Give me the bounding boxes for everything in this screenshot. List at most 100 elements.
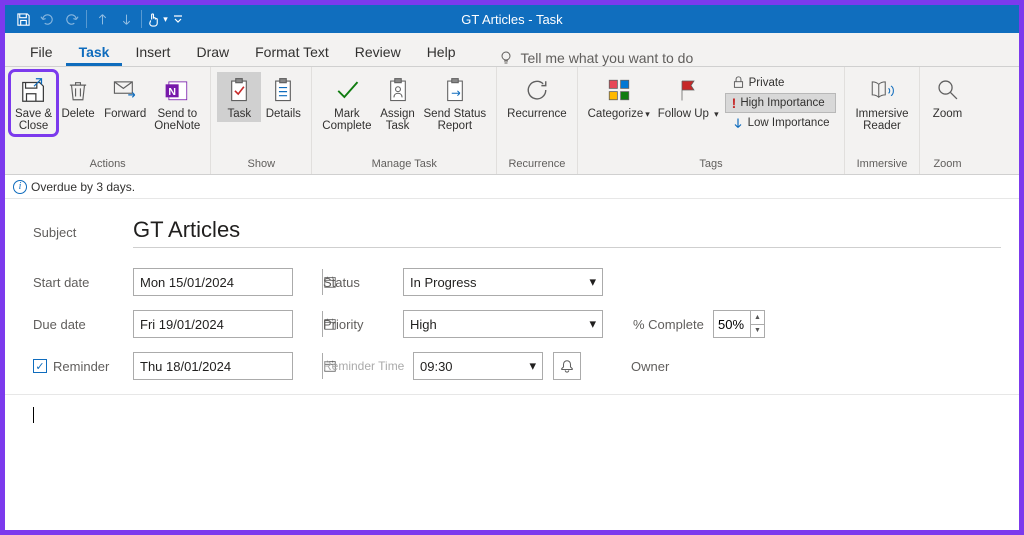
start-date-input[interactable]: [134, 275, 322, 290]
priority-dropdown[interactable]: High ▾: [403, 310, 603, 338]
due-date-input[interactable]: [134, 317, 322, 332]
immersive-reader-button[interactable]: Immersive Reader: [851, 72, 912, 134]
tab-file[interactable]: File: [17, 36, 66, 66]
clipboard-person-icon: [382, 74, 414, 106]
tab-review[interactable]: Review: [342, 36, 414, 66]
start-date-label: Start date: [33, 275, 133, 290]
group-immersive: Immersive Reader Immersive: [845, 67, 919, 174]
reminder-date-field[interactable]: [133, 352, 293, 380]
categorize-button[interactable]: Categorize▾: [584, 72, 654, 122]
text-cursor: [33, 407, 34, 423]
percent-complete-label: % Complete: [633, 317, 713, 332]
onenote-icon: N: [161, 74, 193, 106]
zoom-button[interactable]: Zoom: [926, 72, 970, 122]
tab-draw[interactable]: Draw: [183, 36, 242, 66]
percent-complete-spinner[interactable]: ▲▼: [713, 310, 765, 338]
reminder-sound-button[interactable]: [553, 352, 581, 380]
undo-icon[interactable]: [35, 5, 59, 33]
check-icon: [331, 74, 363, 106]
group-label: Recurrence: [503, 156, 570, 174]
assign-task-button[interactable]: Assign Task: [376, 72, 420, 134]
forward-icon: [109, 74, 141, 106]
private-option[interactable]: Private: [725, 74, 837, 91]
label: Save & Close: [15, 108, 52, 132]
group-recurrence: Recurrence Recurrence: [497, 67, 577, 174]
high-importance-option[interactable]: ! High Importance: [725, 93, 837, 113]
details-view-button[interactable]: Details: [261, 72, 305, 122]
due-date-field[interactable]: [133, 310, 293, 338]
clipboard-check-icon: [223, 74, 255, 106]
info-bar: i Overdue by 3 days.: [5, 175, 1019, 199]
chevron-down-icon: ▾: [589, 316, 596, 332]
quick-access-toolbar: ▾: [5, 5, 187, 33]
magnifier-icon: [932, 74, 964, 106]
save-icon[interactable]: [11, 5, 35, 33]
categorize-icon: [603, 74, 635, 106]
percent-complete-input[interactable]: [714, 316, 750, 333]
exclamation-icon: !: [732, 95, 737, 111]
spin-up-icon: ▲: [751, 311, 764, 325]
start-date-field[interactable]: [133, 268, 293, 296]
group-label: Show: [217, 156, 305, 174]
priority-value: High: [410, 317, 437, 332]
spin-down-icon: ▼: [751, 325, 764, 338]
chevron-down-icon: ▾: [714, 109, 719, 119]
save-and-close-button[interactable]: Save & Close: [11, 72, 56, 134]
chevron-down-icon: ▾: [645, 109, 650, 119]
task-form: Subject GT Articles Start date Status In…: [5, 199, 1019, 426]
group-zoom: Zoom Zoom: [920, 67, 976, 174]
follow-up-button[interactable]: Follow Up ▾: [654, 72, 723, 122]
reminder-time-label: Reminder Time: [323, 359, 413, 373]
reminder-checkbox[interactable]: ✓: [33, 359, 47, 373]
group-label: Actions: [11, 156, 204, 174]
reminder-time-dropdown[interactable]: 09:30 ▾: [413, 352, 543, 380]
chevron-down-icon: ▾: [163, 14, 168, 25]
reminder-date-input[interactable]: [134, 359, 322, 374]
tab-format-text[interactable]: Format Text: [242, 36, 342, 66]
chevron-down-icon: ▾: [529, 358, 536, 374]
title-bar: ▾ GT Articles - Task: [5, 5, 1019, 33]
delete-button[interactable]: Delete: [56, 72, 100, 122]
body-field[interactable]: [33, 395, 1001, 426]
next-icon[interactable]: [114, 5, 138, 33]
forward-button[interactable]: Forward: [100, 72, 150, 122]
recurrence-button[interactable]: Recurrence: [503, 72, 570, 122]
group-actions: Save & Close Delete Forward N Send to On…: [5, 67, 211, 174]
subject-label: Subject: [33, 225, 133, 240]
tab-help[interactable]: Help: [414, 36, 469, 66]
group-label: Zoom: [926, 156, 970, 174]
tab-insert[interactable]: Insert: [122, 36, 183, 66]
tell-me-search[interactable]: Tell me what you want to do: [498, 50, 693, 66]
send-to-onenote-button[interactable]: N Send to OneNote: [150, 72, 204, 134]
lock-icon: [732, 76, 745, 89]
touch-mode-icon[interactable]: ▾: [145, 5, 169, 33]
mark-complete-button[interactable]: Mark Complete: [318, 72, 375, 134]
tell-me-label: Tell me what you want to do: [520, 50, 693, 66]
reminder-time-value: 09:30: [420, 359, 453, 374]
prev-icon[interactable]: [90, 5, 114, 33]
customize-qat-icon[interactable]: [169, 5, 187, 33]
task-window: ▾ GT Articles - Task File Task Insert Dr…: [0, 0, 1024, 535]
task-view-button[interactable]: Task: [217, 72, 261, 122]
status-value: In Progress: [410, 275, 476, 290]
lightbulb-icon: [498, 50, 514, 66]
tags-options: Private ! High Importance Low Importance: [723, 72, 839, 133]
subject-field[interactable]: GT Articles: [133, 217, 240, 248]
ribbon-tabs: File Task Insert Draw Format Text Review…: [5, 33, 1019, 67]
reminder-label: Reminder: [53, 359, 109, 374]
low-importance-option[interactable]: Low Importance: [725, 115, 837, 131]
info-icon: i: [13, 180, 27, 194]
spinner-buttons[interactable]: ▲▼: [750, 311, 764, 337]
send-status-report-button[interactable]: Send Status Report: [420, 72, 491, 134]
redo-icon[interactable]: [59, 5, 83, 33]
group-manage-task: Mark Complete Assign Task Send Status Re…: [312, 67, 497, 174]
book-sound-icon: [866, 74, 898, 106]
info-text: Overdue by 3 days.: [31, 180, 135, 194]
tab-task[interactable]: Task: [66, 36, 123, 66]
ribbon: Save & Close Delete Forward N Send to On…: [5, 67, 1019, 175]
trash-icon: [62, 74, 94, 106]
status-dropdown[interactable]: In Progress ▾: [403, 268, 603, 296]
arrow-down-icon: [732, 117, 744, 129]
group-label: Manage Task: [318, 156, 490, 174]
flag-icon: [672, 74, 704, 106]
